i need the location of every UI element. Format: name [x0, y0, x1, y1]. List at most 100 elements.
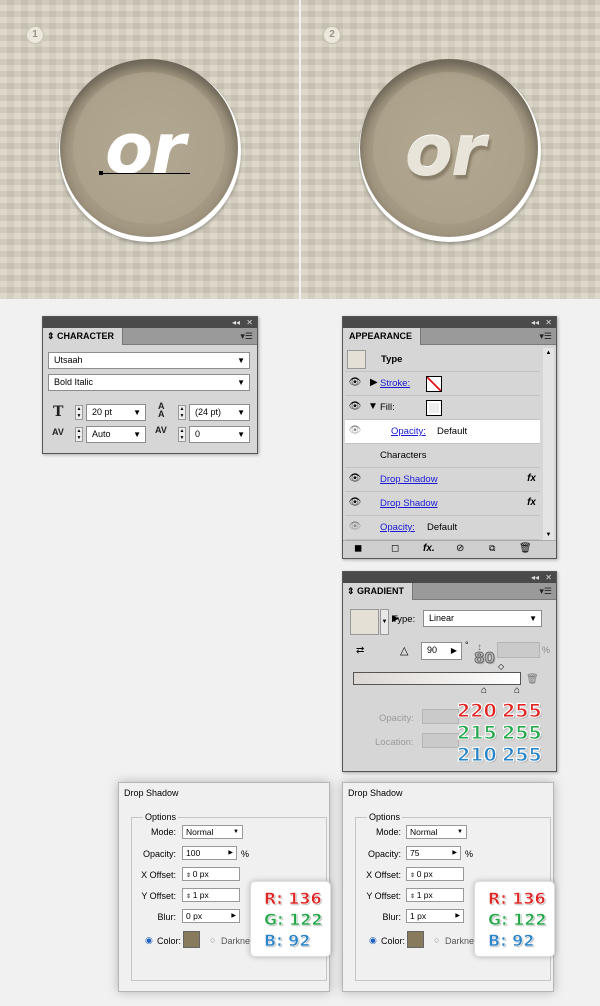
appearance-row-opacity[interactable]: 👁 Opacity: Default [345, 516, 540, 540]
panel-menu-icon[interactable]: ▾☰ [539, 586, 552, 597]
gradient-stop-left[interactable]: ⌂ [481, 685, 487, 696]
tab-appearance[interactable]: APPEARANCE [343, 328, 422, 345]
stroke-none-swatch[interactable] [426, 376, 442, 392]
blur-field[interactable]: 0 px ▶ [182, 909, 240, 923]
font-style-select[interactable]: Bold Italic ▼ [48, 374, 250, 391]
tracking-stepper[interactable]: ▲ ▼ [178, 427, 186, 442]
stroke-link[interactable]: Stroke: [380, 378, 410, 389]
text-baseline-selection [99, 171, 190, 175]
panel-menu-icon[interactable]: ▾☰ [240, 331, 253, 342]
delete-item-icon[interactable]: 🗑 [519, 543, 532, 554]
leading-field[interactable]: (24 pt) ▼ [189, 404, 250, 421]
opacity-label: Opacity: [142, 849, 176, 859]
leading-stepper[interactable]: ▲ ▼ [178, 405, 186, 420]
visibility-eye-icon[interactable]: 👁 [348, 401, 362, 413]
appearance-row-type[interactable]: Type [345, 348, 540, 372]
medal-text[interactable]: or [105, 108, 186, 190]
add-stroke-icon[interactable]: ◼ [354, 543, 362, 554]
clear-appearance-icon[interactable]: ⊘ [456, 543, 464, 554]
panel-titlebar[interactable]: ◂◂ ✕ [343, 317, 556, 328]
close-icon[interactable]: ✕ [246, 317, 253, 328]
rgb-callout: R: 136 G: 122 B: 92 [250, 881, 331, 957]
scrollbar[interactable]: ▲ ▼ [543, 348, 554, 540]
shadow-color-swatch[interactable] [407, 931, 424, 948]
tab-character[interactable]: ⇕ CHARACTER [43, 328, 124, 345]
darkness-radio[interactable]: ○ [210, 935, 215, 945]
panel-titlebar[interactable]: ◂◂ ✕ [343, 572, 556, 583]
stop2-red-value: 255 [502, 700, 543, 723]
collapse-icon[interactable]: ◂◂ [232, 317, 240, 328]
panel-menu-icon[interactable]: ▾☰ [539, 331, 552, 342]
opacity-link[interactable]: Opacity: [380, 522, 415, 533]
visibility-eye-icon[interactable]: 👁 [348, 377, 362, 389]
darkness-radio[interactable]: ○ [434, 935, 439, 945]
appearance-row-characters[interactable]: Characters [345, 444, 540, 468]
appearance-panel: ◂◂ ✕ APPEARANCE ▾☰ Type 👁 ▶ Stroke: 👁 ▼ … [342, 316, 557, 559]
appearance-row-fill-opacity[interactable]: 👁 Opacity: Default [345, 420, 540, 444]
opacity-field[interactable]: 75 ▶ [406, 846, 461, 860]
gradient-thumbnail-menu[interactable]: ▼ [380, 609, 389, 635]
tab-gradient[interactable]: ⇕ GRADIENT [343, 583, 414, 600]
x-offset-field[interactable]: ⇕ 0 px [406, 867, 464, 881]
gradient-type-select[interactable]: Linear ▼ [423, 610, 542, 627]
color-radio[interactable]: ◉ [369, 935, 377, 946]
tracking-field[interactable]: 0 ▼ [189, 426, 250, 443]
blue-value: B: 92 [264, 931, 311, 951]
reverse-gradient-icon[interactable]: ⇄ [356, 645, 364, 656]
aspect-ratio-field[interactable] [497, 642, 540, 658]
visibility-eye-icon[interactable]: 👁 [348, 473, 362, 485]
kerning-stepper[interactable]: ▲ ▼ [75, 427, 83, 442]
shadow-color-swatch[interactable] [183, 931, 200, 948]
close-icon[interactable]: ✕ [545, 317, 552, 328]
appearance-row-drop-shadow-2[interactable]: 👁 Drop Shadow fx [345, 492, 540, 516]
font-size-stepper[interactable]: ▲ ▼ [75, 405, 83, 420]
preview-step-1: 1 or [0, 0, 299, 299]
collapse-arrow-icon[interactable]: ▼ [368, 401, 378, 412]
angle-field[interactable]: 90 ▶ [421, 642, 462, 660]
mode-select[interactable]: Normal ▼ [406, 825, 467, 839]
x-offset-field[interactable]: ⇕ 0 px [182, 867, 240, 881]
appearance-row-drop-shadow-1[interactable]: 👁 Drop Shadow fx [345, 468, 540, 492]
fill-opacity-link[interactable]: Opacity: [391, 426, 426, 437]
kerning-field[interactable]: Auto ▼ [86, 426, 146, 443]
expand-arrow-icon[interactable]: ▶ [370, 377, 378, 388]
gradient-stop-right[interactable]: ⌂ [514, 685, 520, 696]
stop-opacity-field[interactable] [422, 709, 459, 724]
drop-shadow-link[interactable]: Drop Shadow [380, 474, 438, 485]
gradient-midpoint-diamond[interactable]: ◇ [498, 662, 504, 671]
stop-location-label: Location: [375, 737, 414, 748]
leading-icon: AA [158, 401, 165, 419]
medal-text-shadowed: or [405, 110, 486, 192]
drop-shadow-link[interactable]: Drop Shadow [380, 498, 438, 509]
appearance-row-stroke[interactable]: 👁 ▶ Stroke: [345, 372, 540, 396]
visibility-eye-icon[interactable]: 👁 [348, 425, 362, 437]
opacity-field[interactable]: 100 ▶ [182, 846, 237, 860]
collapse-icon[interactable]: ◂◂ [531, 572, 539, 583]
y-offset-field[interactable]: ⇕ 1 px [406, 888, 464, 902]
gradient-slider-bar[interactable] [353, 672, 521, 685]
duplicate-item-icon[interactable]: ⧉ [489, 543, 495, 554]
font-family-select[interactable]: Utsaah ▼ [48, 352, 250, 369]
font-size-field[interactable]: 20 pt ▼ [86, 404, 146, 421]
blur-field[interactable]: 1 px ▶ [406, 909, 464, 923]
visibility-eye-icon[interactable]: 👁 [348, 497, 362, 509]
y-offset-field[interactable]: ⇕ 1 px [182, 888, 240, 902]
add-effect-icon[interactable]: fx. [423, 543, 435, 554]
panel-titlebar[interactable]: ◂◂ ✕ [43, 317, 257, 328]
gradient-panel: ◂◂ ✕ ⇕ GRADIENT ▾☰ ▼ ▶ Type: Linear ▼ ⇄ △… [342, 571, 557, 772]
fill-gradient-swatch[interactable] [426, 400, 442, 416]
step-number-1: 1 [26, 26, 44, 44]
visibility-eye-icon[interactable]: 👁 [348, 521, 362, 533]
color-radio[interactable]: ◉ [145, 935, 153, 946]
y-offset-label: Y Offset: [366, 891, 401, 901]
gradient-thumbnail[interactable] [350, 609, 379, 635]
options-legend: Options [367, 812, 403, 822]
appearance-row-fill[interactable]: 👁 ▼ Fill: [345, 396, 540, 420]
add-fill-icon[interactable]: ◻ [391, 543, 399, 554]
mode-select[interactable]: Normal ▼ [182, 825, 243, 839]
close-icon[interactable]: ✕ [545, 572, 552, 583]
stop-location-field[interactable] [422, 733, 459, 748]
delete-stop-icon[interactable]: 🗑 [526, 674, 539, 685]
x-offset-label: X Offset: [366, 870, 401, 880]
collapse-icon[interactable]: ◂◂ [531, 317, 539, 328]
